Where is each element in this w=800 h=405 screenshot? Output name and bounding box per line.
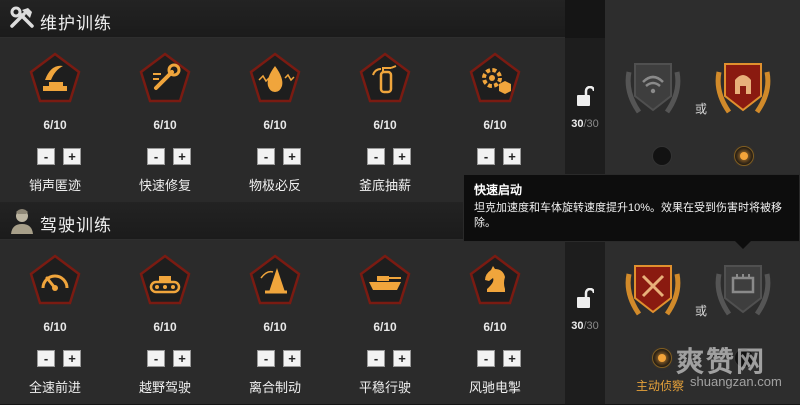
crossed-swords-emblem-icon[interactable] <box>623 254 683 324</box>
skill-name: 全速前进 <box>28 380 81 395</box>
tooltip-description: 坦克加速度和车体旋转速度提升10%。效果在受到伤害时将被移除。 <box>474 202 783 229</box>
increase-button[interactable]: + <box>283 148 301 165</box>
increase-button[interactable]: + <box>283 350 301 367</box>
engine-emblem-icon[interactable] <box>713 254 773 324</box>
skill-name: 釜底抽薪 <box>358 178 411 193</box>
decrease-button[interactable]: - <box>477 350 495 367</box>
increase-button[interactable]: + <box>393 148 411 165</box>
section-title: 维护训练 <box>40 14 112 33</box>
increase-button[interactable]: + <box>173 350 191 367</box>
tooltip-title: 快速启动 <box>474 183 523 197</box>
skill-card[interactable]: 6/10 - + 快速修复 <box>110 38 220 202</box>
skill-card[interactable]: 6/10 - + 离合制动 <box>220 240 330 404</box>
decrease-button[interactable]: - <box>37 148 55 165</box>
skill-card[interactable]: 6/10 - + 越野驾驶 <box>110 240 220 404</box>
knight-icon <box>469 254 521 305</box>
camo-tank-icon <box>29 52 81 103</box>
decrease-button[interactable]: - <box>367 148 385 165</box>
option-radio-left[interactable] <box>652 348 672 368</box>
selected-ability-label: 主动侦察 <box>636 379 685 393</box>
increase-button[interactable]: + <box>173 148 191 165</box>
gear-box-icon <box>469 52 521 103</box>
skill-card[interactable]: 6/10 - + 全速前进 <box>0 240 110 404</box>
decrease-button[interactable]: - <box>257 350 275 367</box>
decrease-button[interactable]: - <box>257 148 275 165</box>
skill-card[interactable]: 6/10 - + 风驰电掣 <box>440 240 550 404</box>
option-radio-right[interactable] <box>734 146 754 166</box>
tank-tread-icon <box>139 254 191 305</box>
points-done: 30 <box>571 320 584 332</box>
cone-icon <box>249 254 301 305</box>
gauge-icon <box>29 254 81 305</box>
unlock-icon <box>577 86 594 106</box>
section-header: 维护训练 <box>0 0 565 38</box>
skills-panel: 6/10 - + 全速前进 6/10 - + 越野驾驶 6/10 - + 离合制… <box>0 240 565 404</box>
skill-card[interactable]: 6/10 - + 平稳行驶 <box>330 240 440 404</box>
skill-level: 6/10 <box>483 320 507 334</box>
flame-drop-icon <box>249 52 301 103</box>
points-done: 30 <box>571 118 584 130</box>
tank-side-icon <box>359 254 411 305</box>
increase-button[interactable]: + <box>63 350 81 367</box>
points-total: /30 <box>583 118 599 130</box>
skill-level: 6/10 <box>153 118 177 132</box>
decrease-button[interactable]: - <box>477 148 495 165</box>
skill-level: 6/10 <box>263 320 287 334</box>
skill-level: 6/10 <box>153 320 177 334</box>
skill-level: 6/10 <box>373 320 397 334</box>
skill-level: 6/10 <box>43 320 67 334</box>
skill-card[interactable]: 6/10 - + 销声匿迹 <box>0 38 110 202</box>
option-radio-right[interactable] <box>734 348 754 368</box>
or-label: 或 <box>695 304 708 318</box>
panel-top <box>605 0 800 38</box>
increase-button[interactable]: + <box>393 350 411 367</box>
helmet-emblem-icon[interactable] <box>713 52 773 122</box>
decrease-button[interactable]: - <box>367 350 385 367</box>
skill-level: 6/10 <box>373 118 397 132</box>
wifi-emblem-icon[interactable] <box>623 52 683 122</box>
skill-level: 6/10 <box>263 118 287 132</box>
skill-tooltip: 快速启动 坦克加速度和车体旋转速度提升10%。效果在受到伤害时将被移除。 <box>463 174 800 242</box>
points-counter: 30/30 <box>565 118 605 130</box>
skill-name: 越野驾驶 <box>138 380 191 395</box>
skill-card[interactable]: 6/10 - + 物极必反 <box>220 38 330 202</box>
skill-name: 快速修复 <box>138 178 191 193</box>
skill-level: 6/10 <box>483 118 507 132</box>
increase-button[interactable]: + <box>503 350 521 367</box>
points-total: /30 <box>583 320 599 332</box>
skill-name: 平稳行驶 <box>358 380 411 395</box>
lock-column: 30/30 <box>565 240 605 404</box>
tooltip-arrow <box>735 241 751 249</box>
decrease-button[interactable]: - <box>37 350 55 367</box>
points-counter: 30/30 <box>565 320 605 332</box>
decrease-button[interactable]: - <box>147 350 165 367</box>
decrease-button[interactable]: - <box>147 148 165 165</box>
maintenance-section: 维护训练 6/10 - + 销声匿迹 6/10 - + 快速修复 6/10 - … <box>0 0 800 202</box>
option-radio-left[interactable] <box>652 146 672 166</box>
driver-portrait-icon <box>11 209 33 234</box>
skill-name: 离合制动 <box>248 380 301 395</box>
wrench-icon <box>139 52 191 103</box>
skill-card[interactable]: 6/10 - + 釜底抽薪 <box>330 38 440 202</box>
unlock-icon <box>577 288 594 308</box>
increase-button[interactable]: + <box>63 148 81 165</box>
section-title: 驾驶训练 <box>40 216 112 235</box>
extinguisher-icon <box>359 52 411 103</box>
skill-level: 6/10 <box>43 118 67 132</box>
or-label: 或 <box>695 102 708 116</box>
skill-name: 风驰电掣 <box>468 380 521 395</box>
skill-name: 销声匿迹 <box>28 178 81 193</box>
wrench-hammer-icon <box>10 6 34 28</box>
increase-button[interactable]: + <box>503 148 521 165</box>
skill-name: 物极必反 <box>248 178 301 193</box>
ability-choice-panel: 或 <box>605 202 800 404</box>
